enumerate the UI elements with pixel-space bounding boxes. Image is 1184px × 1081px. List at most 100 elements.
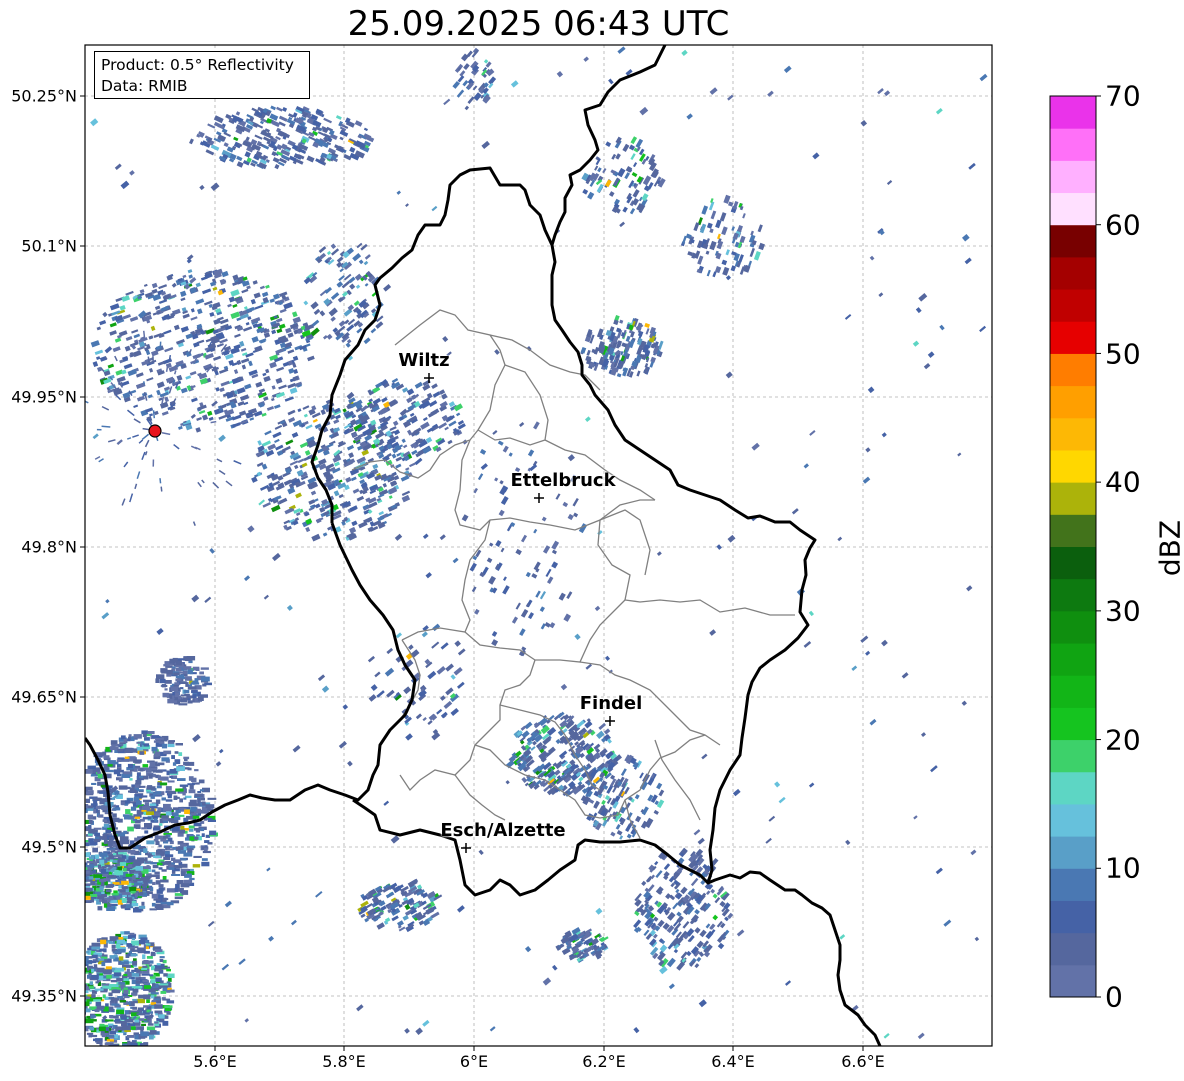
echo-pixel (556, 70, 564, 78)
echo-pixel (323, 334, 328, 340)
echo-pixel (181, 890, 189, 895)
echo-pixel (287, 349, 295, 354)
echo-pixel (430, 911, 440, 919)
echo-pixel (161, 815, 169, 819)
echo-pixel (219, 368, 229, 374)
echo-pixel (149, 1030, 157, 1034)
echo-pixel (149, 762, 156, 767)
echo-pixel (133, 734, 142, 739)
echo-pixel (119, 836, 129, 840)
echo-pixel (79, 868, 82, 871)
echo-pixel (456, 89, 465, 98)
echo-pixel (265, 284, 270, 289)
echo-pixel (125, 873, 130, 877)
x-tick-label: 5.6°E (193, 1052, 237, 1071)
echo-pixel (641, 880, 647, 886)
echo-pixel (76, 991, 83, 995)
echo-pixel (285, 327, 292, 334)
echo-pixel (136, 819, 141, 824)
radar-map (75, 44, 1101, 1051)
echo-pixel (94, 455, 101, 460)
echo-pixel (79, 879, 85, 883)
echo-pixel (75, 795, 83, 799)
echo-pixel (92, 869, 97, 873)
echo-pixel (585, 663, 593, 670)
echo-pixel (681, 49, 688, 56)
echo-pixel (175, 788, 184, 792)
echo-pixel (326, 333, 333, 340)
echo-pixel (131, 937, 135, 940)
echo-pixel (494, 349, 500, 355)
echo-pixel (598, 722, 607, 730)
echo-pixel (709, 228, 714, 234)
echo-pixel (139, 776, 143, 779)
echo-pixel (539, 591, 547, 600)
echo-pixel (273, 293, 280, 300)
echo-pixel (93, 1038, 100, 1042)
echo-pixel (353, 300, 360, 307)
echo-pixel (127, 1040, 131, 1046)
echo-pixel (167, 790, 177, 795)
echo-pixel (138, 439, 144, 444)
echo-pixel (742, 213, 746, 219)
echo-pixel (283, 302, 293, 310)
echo-pixel (209, 830, 217, 836)
echo-pixel (143, 994, 151, 1000)
echo-pixel (94, 838, 100, 843)
echo-pixel (241, 288, 249, 294)
echo-pixel (305, 526, 311, 533)
echo-pixel (141, 433, 150, 440)
echo-pixel (244, 1018, 249, 1023)
echo-pixel (205, 804, 215, 809)
echo-pixel (156, 1000, 161, 1004)
echo-pixel (869, 255, 875, 261)
echo-pixel (389, 426, 397, 431)
echo-pixel (184, 676, 192, 681)
echo-pixel (144, 451, 148, 456)
echo-pixel (99, 886, 104, 891)
colorbar-segment (1050, 96, 1096, 129)
echo-pixel (635, 815, 642, 823)
echo-pixel (650, 356, 656, 363)
echo-pixel (363, 337, 371, 345)
echo-pixel (204, 682, 212, 686)
echo-pixel (210, 420, 217, 424)
echo-pixel (400, 475, 410, 482)
echo-pixel (178, 829, 186, 834)
echo-pixel (765, 837, 772, 844)
echo-pixel (374, 671, 381, 678)
echo-pixel (85, 895, 91, 900)
echo-pixel (432, 623, 441, 632)
echo-pixel (160, 776, 169, 781)
echo-pixel (915, 307, 922, 314)
echo-pixel (352, 488, 360, 494)
echo-pixel (98, 1026, 106, 1032)
echo-pixel (520, 534, 528, 543)
echo-pixel (158, 844, 162, 848)
echo-pixel (255, 381, 263, 388)
echo-pixel (368, 694, 377, 702)
echo-pixel (384, 667, 395, 677)
echo-pixel (133, 797, 137, 801)
echo-pixel (200, 694, 208, 698)
echo-pixel (427, 720, 433, 726)
y-tick-label: 49.95°N (11, 387, 77, 407)
echo-pixel (132, 942, 140, 946)
echo-pixel (368, 398, 373, 403)
echo-pixel (710, 210, 717, 220)
echo-pixel (311, 319, 320, 327)
echo-pixel (116, 777, 120, 781)
echo-pixel (116, 439, 123, 446)
colorbar (1049, 95, 1101, 998)
echo-pixel (923, 363, 931, 370)
echo-pixel (204, 840, 210, 843)
echo-pixel (655, 886, 664, 895)
echo-pixel (488, 575, 496, 585)
echo-pixel (238, 958, 246, 966)
echo-pixel (151, 282, 158, 289)
echo-pixel (155, 799, 161, 804)
echo-pixel (200, 667, 209, 670)
echo-pixel (207, 818, 213, 821)
echo-pixel (139, 767, 144, 772)
echo-pixel (110, 956, 116, 959)
